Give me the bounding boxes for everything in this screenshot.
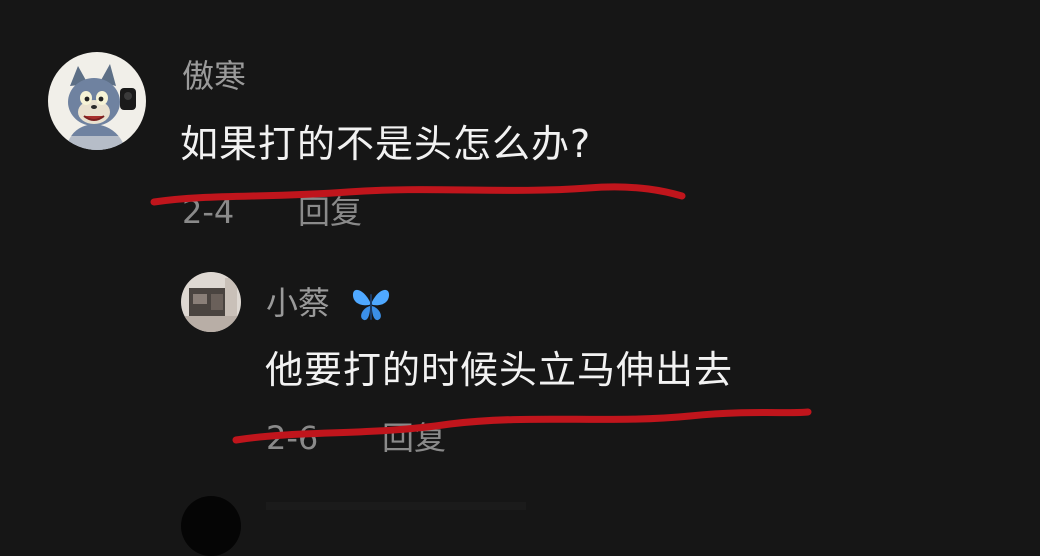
reply-button[interactable]: 回复	[298, 192, 362, 232]
avatar[interactable]	[181, 496, 241, 556]
comment-date: 2-6	[266, 419, 319, 457]
comment-text: 他要打的时候头立马伸出去	[265, 348, 734, 392]
red-annotation-underline	[232, 408, 812, 444]
partial-comment-row	[266, 502, 526, 510]
butterfly-icon	[352, 289, 390, 321]
avatar[interactable]	[48, 52, 146, 150]
comment-date: 2-4	[182, 193, 235, 231]
avatar[interactable]	[181, 272, 241, 332]
reply-button[interactable]: 回复	[382, 418, 446, 458]
username[interactable]: 傲寒	[182, 56, 246, 96]
comment-text: 如果打的不是头怎么办?	[180, 122, 592, 166]
username[interactable]: 小蔡	[266, 283, 330, 323]
